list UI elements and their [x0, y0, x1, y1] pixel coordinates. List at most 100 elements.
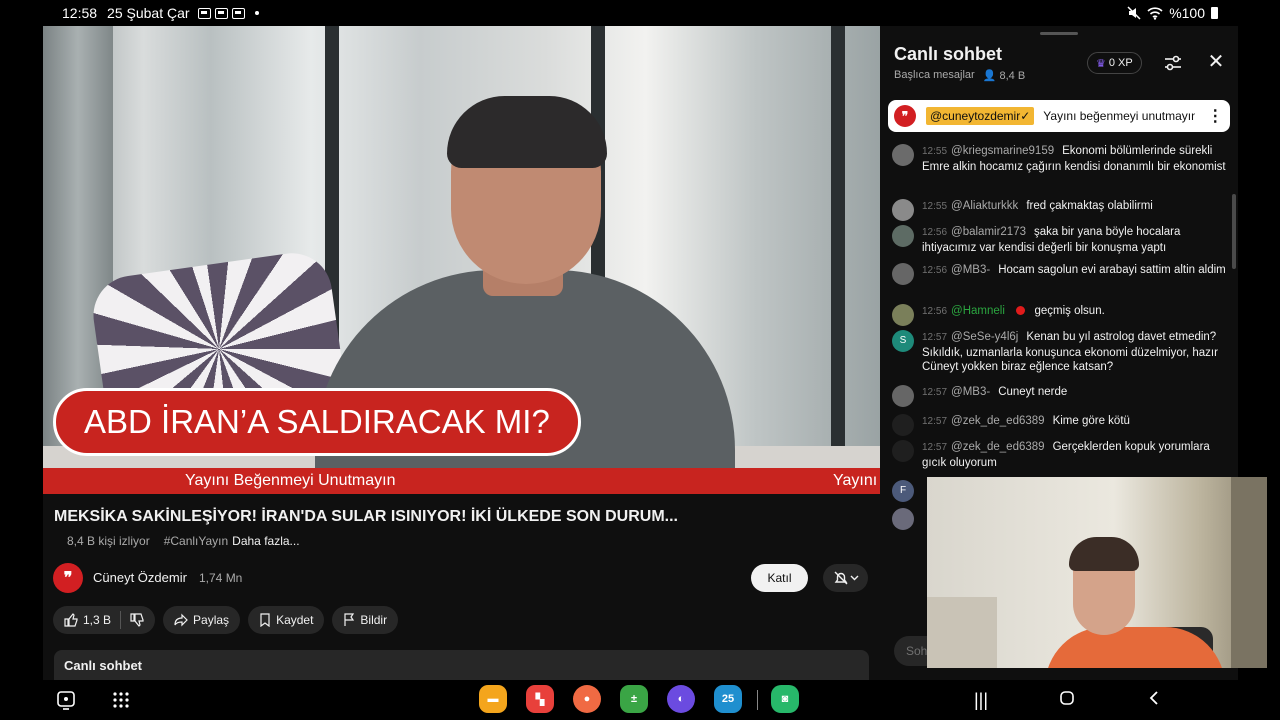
chat-message[interactable]: 12:55 @Aliakturkkk fred çakmaktaş olabilir…	[892, 199, 1226, 221]
message-time: 12:57	[922, 332, 948, 343]
message-time: 12:57	[922, 442, 948, 453]
more-link[interactable]: Daha fazla...	[232, 534, 299, 548]
pinned-author: @cuneytozdemir✓	[926, 107, 1035, 125]
message-time: 12:56	[922, 227, 948, 238]
bell-off-icon	[834, 571, 858, 585]
close-icon[interactable]: ✕	[1206, 52, 1226, 73]
app-grid-icon[interactable]	[110, 689, 132, 711]
like-dislike-button[interactable]: 1,3 B	[53, 606, 156, 634]
user-avatar: S	[892, 330, 914, 352]
video-meta: 8,4 B kişi izliyor #CanlıYayın Daha fazl…	[67, 534, 300, 548]
status-right: %100	[1127, 5, 1218, 21]
message-time: 12:57	[922, 387, 948, 398]
video-title[interactable]: MEKSİKA SAKİNLEŞİYOR! İRAN'DA SULAR ISIN…	[54, 508, 678, 526]
contacts-icon[interactable]: ●	[573, 685, 601, 713]
more-vert-icon[interactable]: ⋮	[1207, 106, 1223, 126]
save-button[interactable]: Kaydet	[248, 606, 325, 634]
settings-sliders-icon[interactable]	[1163, 53, 1183, 73]
xp-value: 0 XP	[1108, 57, 1133, 69]
pinned-avatar: ❞	[894, 105, 916, 127]
chat-scrollbar[interactable]	[1232, 194, 1236, 269]
notification-icons	[197, 7, 259, 19]
report-button[interactable]: Bildir	[332, 606, 399, 634]
mute-icon	[1127, 6, 1141, 20]
hashtag-link[interactable]: #CanlıYayın	[164, 534, 228, 548]
chat-title: Canlı sohbet	[894, 44, 1003, 64]
share-button[interactable]: Paylaş	[163, 606, 241, 634]
viewer-count: 8,4 B kişi izliyor	[67, 534, 150, 548]
message-time: 12:56	[922, 265, 948, 276]
navigation-bar: ▬ ▚ ● ± ◐ 25 ◙ |||	[0, 680, 1280, 720]
chat-subtitle: Başlıca mesajlar 👤 8,4 B	[894, 69, 1025, 82]
wifi-icon	[1147, 7, 1163, 20]
crown-icon: ♛	[1096, 57, 1106, 70]
calculator-icon[interactable]: ±	[620, 685, 648, 713]
drag-handle[interactable]	[1040, 32, 1078, 35]
recent-app-icon[interactable]: ◙	[771, 685, 799, 713]
chat-message[interactable]: 12:56 @balamir2173 şaka bir yana böyle hoc…	[892, 225, 1226, 255]
thumbs-up-icon	[64, 613, 78, 627]
xp-badge[interactable]: ♛ 0 XP	[1087, 52, 1142, 74]
chat-message[interactable]: 12:57 @MB3- Cuneyt nerde	[892, 385, 1226, 407]
battery-percent: %100	[1169, 5, 1205, 21]
bookmark-icon	[260, 613, 270, 627]
notification-icon	[197, 7, 211, 19]
my-files-icon[interactable]: ▬	[479, 685, 507, 713]
webcam-overlay[interactable]	[927, 477, 1267, 668]
chat-viewers: 👤 8,4 B	[983, 69, 1025, 82]
moderator-badge-icon	[1015, 306, 1025, 316]
headline-banner: ABD İRAN’A SALDIRACAK MI?	[53, 388, 581, 456]
chat-message[interactable]: 12:57 @zek_de_ed6389 Gerçeklerden kopuk yo…	[892, 440, 1226, 470]
ticker-text-next: Yayını	[833, 472, 878, 489]
user-avatar	[892, 263, 914, 285]
screen: 12:58 25 Şubat Çar %100 ABD İRAN’A SALDI…	[0, 0, 1280, 720]
browser-icon[interactable]: ◐	[667, 685, 695, 713]
news-ticker: Yayını Beğenmeyi Unutmayın Yayını	[43, 468, 880, 494]
back-button[interactable]	[1141, 688, 1167, 712]
chat-message[interactable]: 12:55 @kriegsmarine9159 Ekonomi bölümlerin…	[892, 144, 1226, 174]
message-author: @zek_de_ed6389	[951, 441, 1045, 453]
video-player[interactable]: ABD İRAN’A SALDIRACAK MI? Yayını Beğenme…	[43, 26, 880, 494]
message-text: Hocam sagolun evi arabayi sattim altin a…	[998, 264, 1226, 276]
thumbs-down-icon	[130, 613, 144, 627]
home-button[interactable]	[1054, 688, 1080, 712]
calendar-icon[interactable]: 25	[714, 685, 742, 713]
chat-message[interactable]: S 12:57 @SeSe-y4l6j Kenan bu yıl astrolog …	[892, 330, 1226, 375]
chat-message[interactable]: 12:57 @zek_de_ed6389 Kime göre kötü	[892, 414, 1226, 436]
message-text: geçmiş olsun.	[1034, 305, 1105, 317]
notification-bell-button[interactable]	[823, 564, 868, 592]
more-notifications-icon	[254, 11, 259, 15]
message-author: @Hamneli	[951, 305, 1005, 317]
user-avatar	[892, 508, 914, 530]
home-icon	[1060, 691, 1074, 705]
status-bar: 12:58 25 Şubat Çar %100	[0, 0, 1280, 26]
pinned-text: Yayını beğenmeyi unutmayın	[1043, 109, 1196, 123]
join-button[interactable]: Katıl	[751, 564, 808, 592]
like-count: 1,3 B	[83, 613, 112, 627]
person-icon: 👤	[982, 70, 997, 82]
channel-name[interactable]: Cüneyt Özdemir	[93, 570, 187, 585]
webcam-scene-window	[1231, 477, 1267, 668]
recents-button[interactable]: |||	[968, 688, 994, 712]
app-dock: ▬ ▚ ● ± ◐ 25	[479, 685, 742, 713]
video-scene-frame	[831, 26, 845, 494]
notes-app-icon[interactable]: ▚	[526, 685, 554, 713]
edge-panel-icon[interactable]	[55, 689, 77, 711]
channel-avatar[interactable]: ❞	[53, 563, 83, 593]
share-label: Paylaş	[193, 613, 230, 627]
message-author: @MB3-	[951, 264, 991, 276]
message-author: @zek_de_ed6389	[951, 415, 1045, 427]
headline-text: ABD İRAN’A SALDIRACAK MI?	[84, 403, 550, 440]
pinned-message[interactable]: ❞ @cuneytozdemir✓ Yayını beğenmeyi unutm…	[888, 100, 1230, 132]
message-text: Cuneyt nerde	[998, 386, 1068, 398]
message-time: 12:56	[922, 306, 948, 317]
chat-filter-label[interactable]: Başlıca mesajlar	[894, 69, 975, 82]
chat-message[interactable]: 12:56 @MB3- Hocam sagolun evi arabayi satt…	[892, 263, 1226, 285]
webcam-scene-shelf	[927, 597, 997, 668]
calendar-day: 25	[721, 693, 735, 705]
message-text: fred çakmaktaş olabilirmi	[1026, 200, 1153, 212]
message-time: 12:55	[922, 201, 948, 212]
chat-message[interactable]: 12:56 @Hamneli geçmiş olsun.	[892, 304, 1226, 326]
dock-divider	[757, 690, 758, 710]
live-chat-card[interactable]: Canlı sohbet	[54, 650, 869, 680]
